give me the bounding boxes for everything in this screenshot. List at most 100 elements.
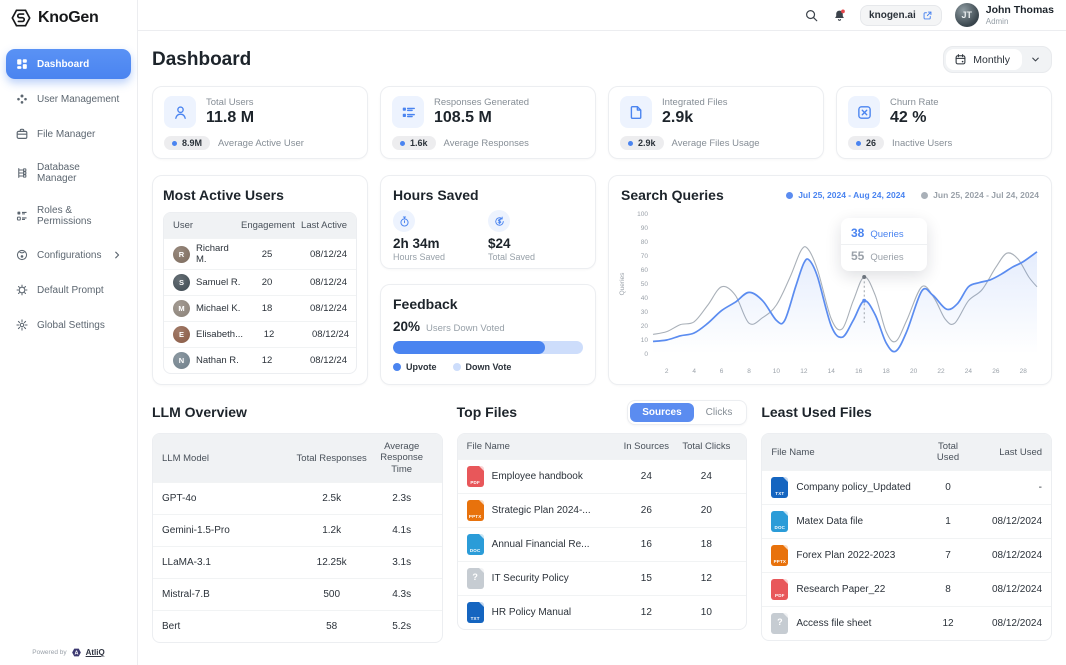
file-type-icon-pdf: PDF: [771, 579, 788, 600]
table-row: Mistral-7.B5004.3s: [153, 578, 442, 610]
domain-label: knogen.ai: [869, 10, 916, 21]
top-files-section: Top Files SourcesClicks File NameIn Sour…: [457, 400, 748, 643]
sidebar-item-default-prompt[interactable]: Default Prompt: [6, 275, 131, 305]
file-name: HR Policy Manual: [492, 607, 571, 618]
metric-value: 2h 34m: [393, 236, 488, 251]
chart-legend-item[interactable]: Jul 25, 2024 - Aug 24, 2024: [786, 190, 905, 200]
last-used-date: 08/12/2024: [970, 618, 1042, 629]
total-clicks-value: 12: [675, 573, 737, 584]
search-queries-card: Search Queries Jul 25, 2024 - Aug 24, 20…: [608, 175, 1052, 385]
stat-card-churn-rate: Churn Rate42 %26Inactive Users: [836, 86, 1052, 159]
avatar: N: [173, 352, 190, 369]
sidebar-item-user-management[interactable]: User Management: [6, 84, 131, 114]
svg-text:2: 2: [665, 368, 669, 375]
middle-row: Most Active Users UserEngagementLast Act…: [152, 175, 1052, 385]
user-role: Admin: [986, 17, 1054, 26]
table-row: MMichael K.1808/12/24: [164, 295, 356, 321]
stat-badge: 26: [848, 136, 884, 150]
badge-dot: [400, 141, 405, 146]
table-row: Bert585.2s: [153, 610, 442, 642]
svg-text:10: 10: [641, 337, 649, 344]
period-selector[interactable]: Monthly: [943, 46, 1052, 73]
stat-badge: 1.6k: [392, 136, 436, 150]
roles-icon: [15, 209, 29, 223]
sidebar-item-label: Global Settings: [37, 320, 105, 331]
calendar-icon: [954, 53, 967, 66]
user-menu[interactable]: JT John Thomas Admin: [955, 3, 1054, 27]
search-queries-chart[interactable]: 0102030405060708090100246810121416182022…: [617, 208, 1045, 380]
sidebar-item-configurations[interactable]: Configurations: [6, 240, 131, 270]
sidebar-item-file-manager[interactable]: File Manager: [6, 119, 131, 149]
file-name-cell: DOCAnnual Financial Re...: [467, 534, 618, 555]
file-name: Matex Data file: [796, 516, 863, 527]
users-icon: [15, 92, 29, 106]
total-responses-value: 58: [293, 621, 371, 632]
file-icon: [620, 96, 652, 128]
toggle-sources[interactable]: Sources: [630, 403, 693, 422]
user-cell: R Richard M.: [173, 243, 241, 265]
notifications-bell-icon[interactable]: [832, 8, 847, 23]
file-type-icon-doc: DOC: [467, 534, 484, 555]
file-type-icon-unknown: ?: [467, 568, 484, 589]
search-icon[interactable]: [804, 8, 819, 23]
table-row: NNathan R.1208/12/24: [164, 347, 356, 373]
user-name: John Thomas: [986, 4, 1054, 16]
downvote-percent-label: Users Down Voted: [426, 323, 505, 334]
file-type-icon-doc: DOC: [771, 511, 788, 532]
sidebar-item-label: Default Prompt: [37, 285, 104, 296]
last-active-date: 08/12/24: [293, 303, 347, 314]
feedback-legend: UpvoteDown Vote: [393, 362, 583, 372]
chart-legend-item[interactable]: Jun 25, 2024 - Jul 24, 2024: [921, 190, 1039, 200]
file-type-icon-pptx: PPTX: [467, 500, 484, 521]
svg-text:4: 4: [692, 368, 696, 375]
last-used-date: -: [970, 482, 1042, 493]
file-name-cell: TXTCompany policy_Updated: [771, 477, 926, 498]
user-cell: MMichael K.: [173, 300, 241, 317]
svg-text:20: 20: [910, 368, 918, 375]
sidebar-item-label: Roles & Permissions: [37, 205, 122, 227]
sidebar-item-database-manager[interactable]: Database Manager: [6, 154, 131, 192]
table-row: EElisabeth...1208/12/24: [164, 321, 356, 347]
sidebar-item-global-settings[interactable]: Global Settings: [6, 310, 131, 340]
toggle-clicks[interactable]: Clicks: [694, 403, 745, 422]
llm-model-name: Bert: [162, 621, 293, 632]
file-name: Forex Plan 2022-2023: [796, 550, 895, 561]
file-type-icon-unknown: ?: [771, 613, 788, 634]
total-responses-value: 2.5k: [293, 493, 371, 504]
total-clicks-value: 10: [675, 607, 737, 618]
most-active-users-card: Most Active Users UserEngagementLast Act…: [152, 175, 368, 385]
top-files-table: File NameIn SourcesTotal ClicksPDFEmploy…: [457, 433, 748, 630]
user-name: Richard M.: [196, 243, 241, 265]
hours-saved-title: Hours Saved: [393, 187, 583, 203]
llm-overview-section: LLM Overview LLM ModelTotal ResponsesAve…: [152, 400, 443, 643]
sidebar-item-dashboard[interactable]: Dashboard: [6, 49, 131, 79]
table-header: UserEngagementLast Active: [164, 213, 356, 238]
table-row: SSamuel R.2008/12/24: [164, 269, 356, 295]
domain-link-button[interactable]: knogen.ai: [860, 5, 942, 26]
stopwatch-icon: [393, 210, 415, 232]
powered-brand-link[interactable]: AtliQ: [86, 648, 105, 657]
configurations-icon: [15, 248, 29, 262]
last-active-date: 08/12/24: [293, 277, 347, 288]
svg-text:12: 12: [800, 368, 808, 375]
file-name: Access file sheet: [796, 618, 871, 629]
total-responses-value: 500: [293, 589, 371, 600]
column-header: File Name: [467, 441, 618, 452]
dashboard-icon: [15, 57, 29, 71]
metric-value: $24: [488, 236, 583, 251]
avatar: R: [173, 246, 190, 263]
table-row: PPTXStrategic Plan 2024-...2620: [458, 493, 747, 527]
top-files-title: Top Files: [457, 404, 517, 420]
stat-badge: 8.9M: [164, 136, 210, 150]
stat-badge-value: 26: [866, 138, 876, 148]
bottom-row: LLM Overview LLM ModelTotal ResponsesAve…: [152, 400, 1052, 643]
sidebar: KnoGen DashboardUser ManagementFile Mana…: [0, 0, 138, 665]
svg-text:20: 20: [641, 323, 649, 330]
file-name: Research Paper_22: [796, 584, 885, 595]
chevron-right-icon: [112, 250, 122, 260]
total-used-value: 7: [926, 550, 970, 561]
stat-badge-value: 8.9M: [182, 138, 202, 148]
svg-text:18: 18: [883, 368, 891, 375]
chevron-down-icon: [1022, 54, 1049, 65]
sidebar-item-roles-permissions[interactable]: Roles & Permissions: [6, 197, 131, 235]
